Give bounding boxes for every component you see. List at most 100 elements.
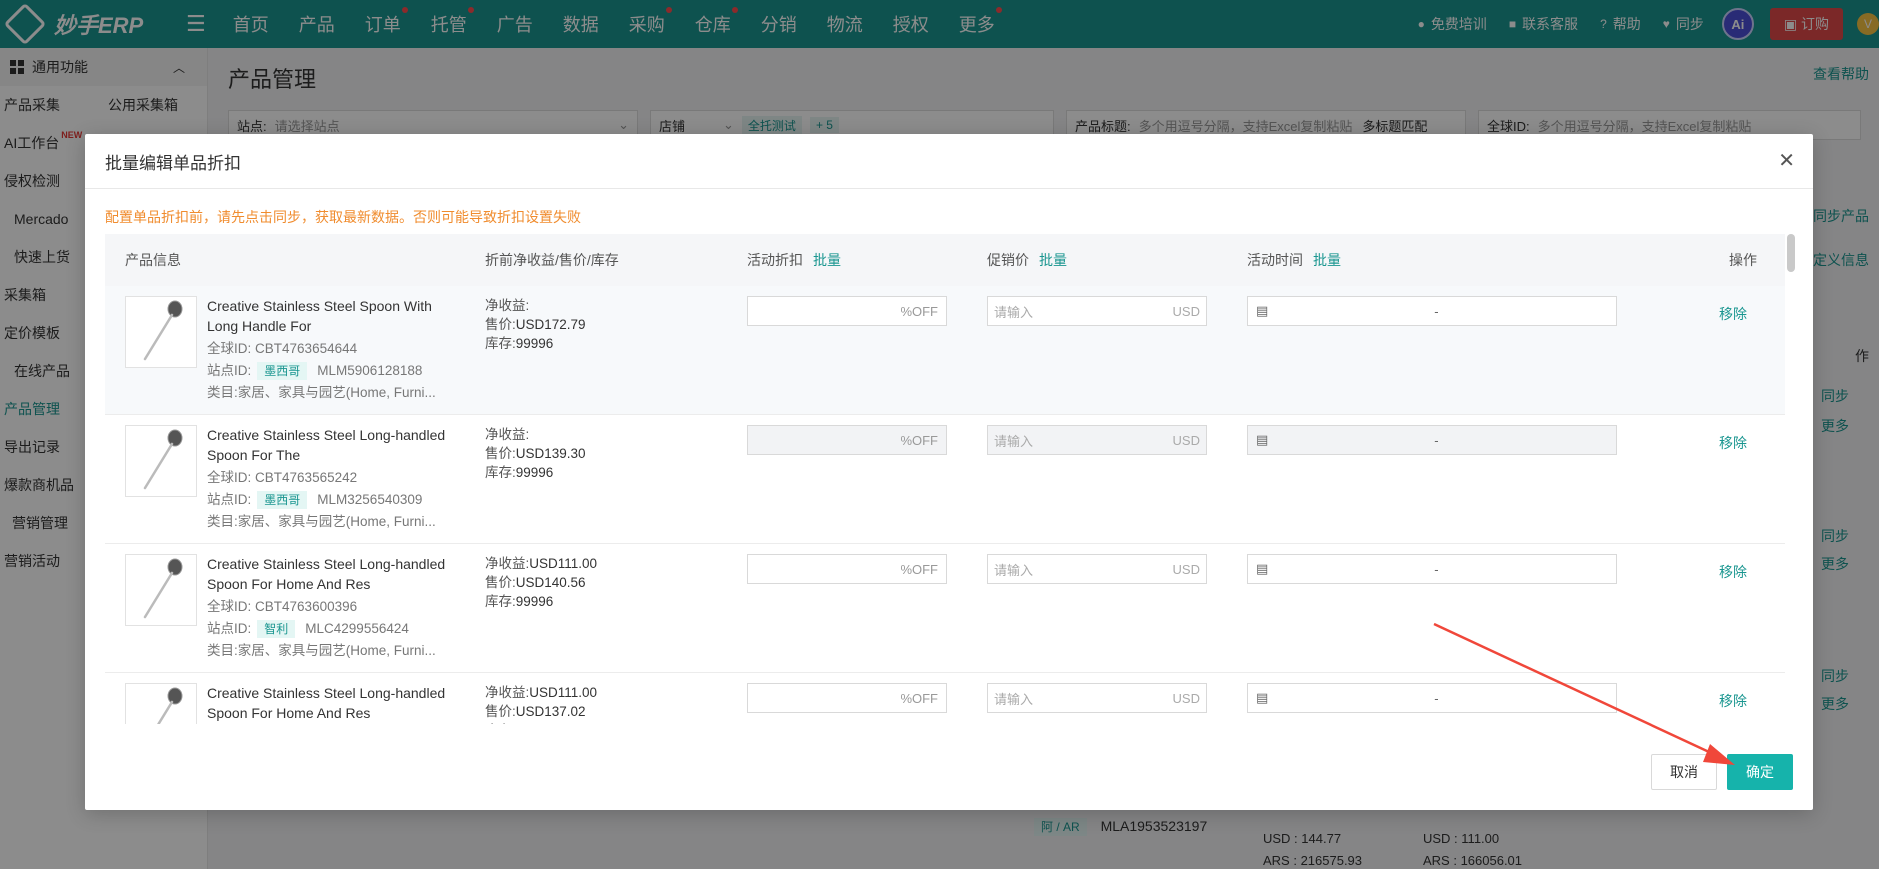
activity-time-picker[interactable]: ▤ - <box>1247 683 1617 713</box>
header-product: 产品信息 <box>125 252 181 268</box>
header-discount-label: 活动折扣 <box>747 252 803 268</box>
discount-suffix: %OFF <box>900 690 938 706</box>
spoon-thumbnail-image <box>143 300 183 361</box>
calendar-icon: ▤ <box>1256 303 1269 318</box>
activity-time-picker[interactable]: ▤ - <box>1247 296 1617 326</box>
header-price: 折前净收益/售价/库存 <box>485 252 619 268</box>
site-id-value: MLM3256540309 <box>317 492 423 507</box>
dialog-title: 批量编辑单品折扣 <box>105 153 241 173</box>
net-label: 净收益: <box>485 685 530 700</box>
net-value: USD111.00 <box>529 556 598 571</box>
stock-line: 库存:99996 <box>485 721 747 724</box>
cancel-button[interactable]: 取消 <box>1651 754 1717 790</box>
discount-suffix: %OFF <box>900 303 938 319</box>
date-range-separator: - <box>1434 303 1439 319</box>
stock-label: 库存: <box>485 465 516 480</box>
global-id-label: 全球ID: <box>207 470 252 485</box>
activity-time-picker: ▤ - <box>1247 425 1617 455</box>
sale-value: USD172.79 <box>515 317 586 332</box>
spoon-thumbnail-image <box>143 558 183 619</box>
product-info: Creative Stainless Steel Long-handled Sp… <box>105 673 485 724</box>
product-thumbnail[interactable] <box>125 554 197 626</box>
remove-link[interactable]: 移除 <box>1687 415 1785 453</box>
header-promo-label: 促销价 <box>987 252 1029 268</box>
close-icon[interactable]: ✕ <box>1778 148 1795 173</box>
calendar-icon: ▤ <box>1256 432 1269 447</box>
product-info: Creative Stainless Steel Long-handled Sp… <box>105 544 485 662</box>
time-cell: ▤ - <box>1247 415 1687 455</box>
product-thumbnail[interactable] <box>125 683 197 724</box>
product-thumbnail[interactable] <box>125 425 197 497</box>
stock-value: 99996 <box>515 594 554 609</box>
global-id-label: 全球ID: <box>207 599 252 614</box>
remove-link[interactable]: 移除 <box>1687 286 1785 324</box>
calendar-icon: ▤ <box>1256 561 1269 576</box>
header-time: 活动时间 批量 <box>1247 250 1687 270</box>
promo-placeholder: 请输入 <box>994 562 1034 578</box>
stock-value: 99996 <box>515 336 554 351</box>
promo-placeholder: 请输入 <box>994 304 1034 320</box>
site-id-value: MLM5906128188 <box>317 363 423 378</box>
discount-suffix: %OFF <box>900 561 938 577</box>
batch-discount-link[interactable]: 批量 <box>813 252 841 268</box>
promo-price-input: 请输入 USD <box>987 425 1207 455</box>
sale-value: USD140.56 <box>515 575 586 590</box>
discount-input[interactable]: %OFF <box>747 683 947 713</box>
promo-price-input[interactable]: 请输入 USD <box>987 296 1207 326</box>
time-cell: ▤ - <box>1247 673 1687 713</box>
currency-suffix: USD <box>1172 303 1200 319</box>
stock-line: 库存:99996 <box>485 463 747 482</box>
global-id-value: CBT4763565242 <box>255 470 358 485</box>
product-title[interactable]: Creative Stainless Steel Long-handled Sp… <box>207 425 457 467</box>
promo-cell: 请输入 USD <box>987 415 1247 455</box>
discount-cell: %OFF <box>747 286 987 326</box>
category-line: 类目:家居、家具与园艺(Home, Furni... <box>207 640 457 662</box>
table-row: Creative Stainless Steel Long-handled Sp… <box>105 673 1785 724</box>
sync-warning: 配置单品折扣前，请先点击同步，获取最新数据。否则可能导致折扣设置失败 <box>105 209 581 225</box>
header-time-label: 活动时间 <box>1247 252 1303 268</box>
spoon-thumbnail-image <box>143 429 183 490</box>
sale-line: 售价:USD139.30 <box>485 444 747 463</box>
product-title[interactable]: Creative Stainless Steel Long-handled Sp… <box>207 683 457 724</box>
price-info: 净收益:USD111.00 售价:USD137.02 库存:99996 <box>485 673 747 724</box>
discount-input: %OFF <box>747 425 947 455</box>
category-value: 家居、家具与园艺(Home, Furni... <box>237 643 436 658</box>
table-row: Creative Stainless Steel Long-handled Sp… <box>105 544 1785 673</box>
promo-cell: 请输入 USD <box>987 673 1247 713</box>
date-range-separator: - <box>1434 561 1439 577</box>
spoon-thumbnail-image <box>157 687 183 724</box>
discount-input[interactable]: %OFF <box>747 554 947 584</box>
discount-table: 产品信息 折前净收益/售价/库存 活动折扣 批量 促销价 批量 活动时间 批量 操作 … <box>105 234 1785 724</box>
product-title[interactable]: Creative Stainless Steel Long-handled Sp… <box>207 554 457 596</box>
batch-time-link[interactable]: 批量 <box>1313 252 1341 268</box>
product-thumbnail[interactable] <box>125 296 197 368</box>
stock-value: 99996 <box>515 465 554 480</box>
site-id-value: MLC4299556424 <box>305 621 409 636</box>
remove-link[interactable]: 移除 <box>1687 673 1785 711</box>
sale-label: 售价: <box>485 575 516 590</box>
stock-label: 库存: <box>485 594 516 609</box>
header-discount: 活动折扣 批量 <box>747 250 987 270</box>
sale-value: USD139.30 <box>515 446 586 461</box>
promo-price-input[interactable]: 请输入 USD <box>987 683 1207 713</box>
batch-promo-link[interactable]: 批量 <box>1039 252 1067 268</box>
discount-cell: %OFF <box>747 673 987 713</box>
category-label: 类目: <box>207 514 238 529</box>
product-title[interactable]: Creative Stainless Steel Spoon With Long… <box>207 296 457 338</box>
discount-input[interactable]: %OFF <box>747 296 947 326</box>
batch-edit-discount-dialog: 批量编辑单品折扣 ✕ 配置单品折扣前，请先点击同步，获取最新数据。否则可能导致折… <box>85 134 1813 810</box>
sale-label: 售价: <box>485 446 516 461</box>
site-tag: 智利 <box>257 620 296 638</box>
sale-line: 售价:USD137.02 <box>485 702 747 721</box>
promo-price-input[interactable]: 请输入 USD <box>987 554 1207 584</box>
site-tag: 墨西哥 <box>257 491 308 509</box>
calendar-icon: ▤ <box>1256 690 1269 705</box>
category-line: 类目:家居、家具与园艺(Home, Furni... <box>207 511 457 533</box>
confirm-button[interactable]: 确定 <box>1727 754 1793 790</box>
table-scrollbar[interactable] <box>1787 234 1795 272</box>
remove-link[interactable]: 移除 <box>1687 544 1785 582</box>
dialog-footer: 取消 确定 <box>1651 754 1793 790</box>
activity-time-picker[interactable]: ▤ - <box>1247 554 1617 584</box>
discount-cell: %OFF <box>747 415 987 455</box>
category-label: 类目: <box>207 643 238 658</box>
